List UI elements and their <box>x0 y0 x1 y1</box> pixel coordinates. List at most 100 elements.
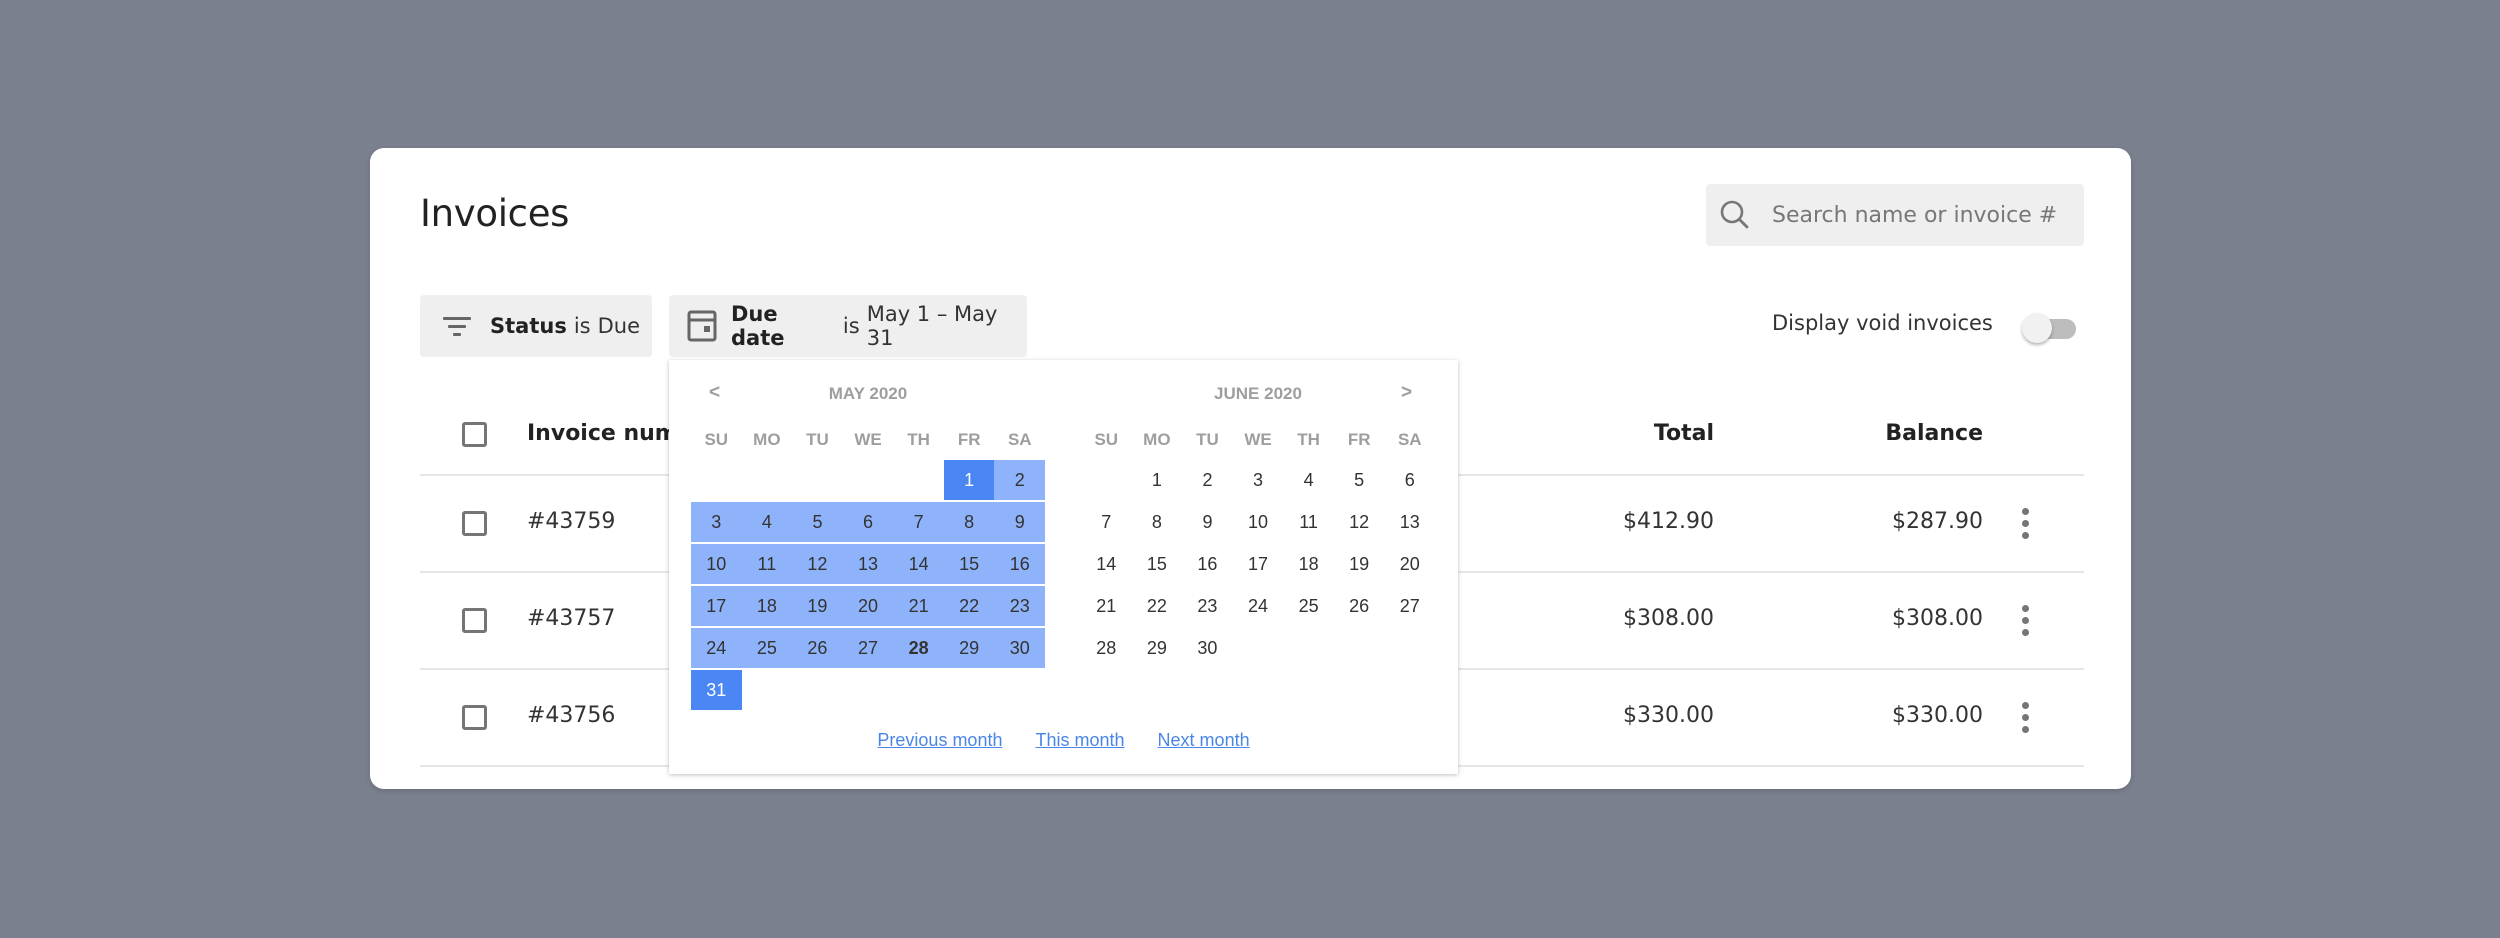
calendar-day[interactable]: 16 <box>1182 544 1233 584</box>
column-header-balance[interactable]: Balance <box>1885 421 1983 446</box>
calendar-day[interactable]: 3 <box>1233 460 1284 500</box>
calendar-day[interactable]: 4 <box>741 502 793 542</box>
filter-icon <box>442 314 472 338</box>
select-all-checkbox[interactable] <box>462 422 487 447</box>
weekday-label: TU <box>1196 430 1219 449</box>
calendar-day[interactable]: 29 <box>1132 628 1183 668</box>
calendar-day[interactable]: 2 <box>1182 460 1233 500</box>
previous-month-link[interactable]: Previous month <box>877 730 1002 750</box>
search-box[interactable] <box>1706 184 2084 246</box>
calendar-day[interactable]: 15 <box>943 544 995 584</box>
calendar-day[interactable]: 1 <box>1132 460 1183 500</box>
calendar-day[interactable]: 2 <box>994 460 1046 500</box>
calendar-day[interactable]: 27 <box>1384 586 1435 626</box>
calendar-day[interactable]: 10 <box>691 544 742 584</box>
calendar-week: 3456789 <box>691 502 1046 542</box>
calendar-day[interactable]: 29 <box>943 628 995 668</box>
calendar-day[interactable]: 31 <box>691 670 742 710</box>
calendar-day[interactable]: 10 <box>1233 502 1284 542</box>
date-range-picker: < MAY 2020 SU MO TU WE TH FR SA 1 2 3 4 5 6 7 8 9 10 11 1… <box>669 360 1458 774</box>
more-options-icon[interactable] <box>2015 605 2035 637</box>
more-options-icon[interactable] <box>2015 508 2035 540</box>
calendar-day[interactable]: 27 <box>842 628 894 668</box>
calendar-day[interactable]: 13 <box>842 544 894 584</box>
calendar-week: 14 15 16 17 18 19 20 <box>1081 544 1435 584</box>
calendar-day[interactable]: 4 <box>1283 460 1334 500</box>
calendar-day[interactable]: 1 <box>943 460 995 500</box>
calendar-day[interactable]: 30 <box>1182 628 1233 668</box>
calendar-day[interactable]: 19 <box>1334 544 1385 584</box>
calendar-day[interactable]: 24 <box>691 628 742 668</box>
calendar-week: 17 18 19 20 21 22 23 <box>691 586 1046 626</box>
calendar-day[interactable]: 22 <box>1132 586 1183 626</box>
weekday-label: MO <box>753 430 781 449</box>
calendar-day[interactable]: 8 <box>1132 502 1183 542</box>
next-month-link[interactable]: Next month <box>1158 730 1250 750</box>
calendar-day[interactable]: 12 <box>792 544 843 584</box>
calendar-day[interactable]: 14 <box>1081 544 1132 584</box>
search-input[interactable] <box>1770 201 2074 229</box>
row-checkbox[interactable] <box>462 705 487 730</box>
more-options-icon[interactable] <box>2015 702 2035 734</box>
status-filter-chip[interactable]: Status is Due <box>420 295 652 357</box>
calendar-day[interactable]: 13 <box>1384 502 1435 542</box>
calendar-day[interactable]: 9 <box>994 502 1046 542</box>
calendar-day[interactable]: 9 <box>1182 502 1233 542</box>
day-grid: 1 2 3 4 5 6 7 8 9 10 11 12 13 14 15 16 17 18 19 20 21 22 23 24 2… <box>1081 460 1435 670</box>
calendar-week: 10 11 12 13 14 15 16 <box>691 544 1046 584</box>
void-toggle-label: Display void invoices <box>1772 311 1993 335</box>
calendar-day[interactable]: 26 <box>792 628 843 668</box>
calendar-day[interactable]: 12 <box>1334 502 1385 542</box>
calendar-day[interactable]: 18 <box>1283 544 1334 584</box>
weekday-label: SU <box>704 430 729 449</box>
calendar-day[interactable]: 30 <box>994 628 1046 668</box>
search-icon <box>1718 198 1752 232</box>
calendar-day[interactable]: 5 <box>792 502 843 542</box>
calendar-day[interactable]: 17 <box>1233 544 1284 584</box>
calendar-day[interactable]: 26 <box>1334 586 1385 626</box>
void-invoices-toggle[interactable] <box>2022 312 2080 344</box>
calendar-day[interactable]: 5 <box>1334 460 1385 500</box>
invoice-balance: $287.90 <box>1892 509 1983 534</box>
calendar-day[interactable]: 20 <box>842 586 894 626</box>
calendar-day[interactable]: 14 <box>893 544 944 584</box>
weekday-label: FR <box>957 430 981 449</box>
invoice-total: $412.90 <box>1623 509 1714 534</box>
calendar-day[interactable]: 11 <box>1283 502 1334 542</box>
calendar-day[interactable]: 22 <box>943 586 995 626</box>
invoices-card: Invoices Status is Due Due date is May 1… <box>370 148 2131 789</box>
row-checkbox[interactable] <box>462 511 487 536</box>
calendar-day[interactable]: 7 <box>1081 502 1132 542</box>
column-header-total[interactable]: Total <box>1654 421 1714 446</box>
calendar-day[interactable]: 15 <box>1132 544 1183 584</box>
calendar-day[interactable]: 6 <box>1384 460 1435 500</box>
calendar-day[interactable]: 20 <box>1384 544 1435 584</box>
calendar-day[interactable]: 6 <box>842 502 894 542</box>
calendar-day[interactable]: 16 <box>994 544 1046 584</box>
row-checkbox[interactable] <box>462 608 487 633</box>
weekday-label: TU <box>806 430 829 449</box>
calendar-day[interactable]: 8 <box>943 502 995 542</box>
due-date-filter-chip[interactable]: Due date is May 1 – May 31 <box>669 295 1027 357</box>
calendar-day[interactable]: 23 <box>994 586 1046 626</box>
calendar-day[interactable]: 18 <box>741 586 793 626</box>
calendar-day[interactable]: 21 <box>893 586 944 626</box>
calendar-day[interactable]: 17 <box>691 586 742 626</box>
calendar-day[interactable]: 25 <box>741 628 793 668</box>
calendar-week: 28 29 30 <box>1081 628 1435 668</box>
calendar-day[interactable]: 23 <box>1182 586 1233 626</box>
this-month-link[interactable]: This month <box>1035 730 1124 750</box>
weekday-label: TH <box>907 430 930 449</box>
calendar-day[interactable]: 11 <box>741 544 793 584</box>
calendar-day[interactable]: 21 <box>1081 586 1132 626</box>
calendar-week: 123456 <box>1081 460 1435 500</box>
calendar-day[interactable]: 28 <box>1081 628 1132 668</box>
calendar-day[interactable]: 24 <box>1233 586 1284 626</box>
invoice-number: #43759 <box>527 509 616 534</box>
calendar-day[interactable]: 28 <box>893 628 944 668</box>
calendar-day[interactable]: 19 <box>792 586 843 626</box>
month-title: MAY 2020 <box>828 384 908 403</box>
calendar-day[interactable]: 7 <box>893 502 944 542</box>
calendar-day[interactable]: 25 <box>1283 586 1334 626</box>
calendar-day[interactable]: 3 <box>691 502 742 542</box>
